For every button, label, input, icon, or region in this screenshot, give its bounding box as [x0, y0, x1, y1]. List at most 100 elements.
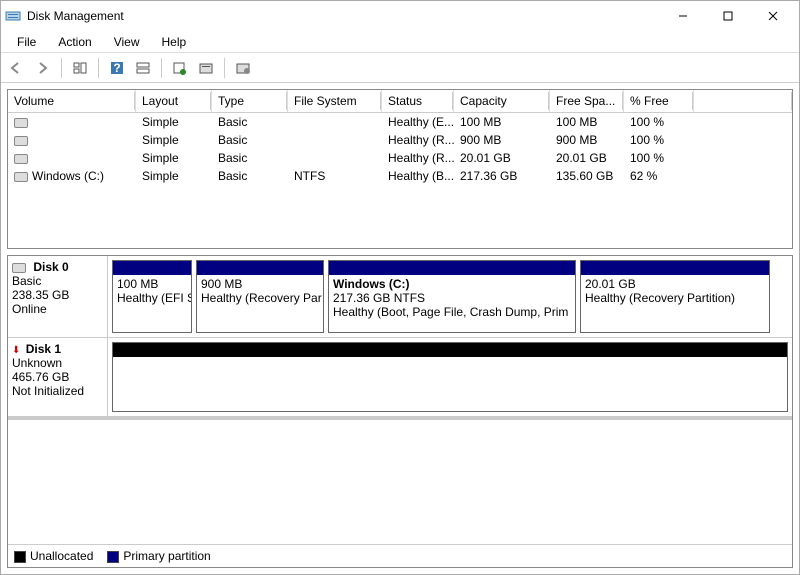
disk1-bus: Unknown: [12, 356, 62, 370]
col-filesystem[interactable]: File System: [288, 90, 382, 112]
menu-view[interactable]: View: [104, 33, 150, 51]
table-cell: Healthy (R...: [382, 149, 454, 167]
content-area: Volume Layout Type File System Status Ca…: [1, 83, 799, 574]
partition[interactable]: 100 MBHealthy (EFI S: [112, 260, 192, 333]
disk0-bus: Basic: [12, 274, 41, 288]
view-list-button[interactable]: [68, 57, 92, 79]
table-cell: [8, 113, 136, 131]
table-cell: Simple: [136, 131, 212, 149]
disk1-state: Not Initialized: [12, 384, 103, 398]
table-cell: Basic: [212, 167, 288, 185]
table-cell: Windows (C:): [8, 167, 136, 185]
legend-unallocated: Unallocated: [14, 549, 93, 563]
partition-body: 100 MBHealthy (EFI S: [113, 275, 191, 332]
table-cell: 62 %: [624, 167, 694, 185]
partition-header-unallocated: [113, 343, 787, 357]
table-cell: Simple: [136, 113, 212, 131]
table-cell: Simple: [136, 149, 212, 167]
table-cell: 900 MB: [454, 131, 550, 149]
table-cell: [8, 131, 136, 149]
menu-action[interactable]: Action: [48, 33, 101, 51]
table-cell: 100 %: [624, 113, 694, 131]
table-cell: Basic: [212, 131, 288, 149]
partition[interactable]: Windows (C:)217.36 GB NTFSHealthy (Boot,…: [328, 260, 576, 333]
forward-button[interactable]: [31, 57, 55, 79]
partition[interactable]: 20.01 GBHealthy (Recovery Partition): [580, 260, 770, 333]
disk0-row[interactable]: Disk 0 Basic 238.35 GB Online 100 MBHeal…: [8, 256, 792, 338]
table-cell: 135.60 GB: [550, 167, 624, 185]
table-cell: 100 %: [624, 131, 694, 149]
col-spacer: [694, 90, 792, 112]
table-row[interactable]: SimpleBasicHealthy (R...20.01 GB20.01 GB…: [8, 149, 792, 167]
table-cell: Healthy (E...: [382, 113, 454, 131]
table-row[interactable]: SimpleBasicHealthy (E...100 MB100 MB100 …: [8, 113, 792, 131]
disk1-partitions: [108, 338, 792, 416]
svg-text:?: ?: [113, 61, 120, 75]
close-button[interactable]: [750, 2, 795, 30]
back-button[interactable]: [5, 57, 29, 79]
table-cell: [8, 149, 136, 167]
warning-icon: [12, 342, 22, 356]
col-pctfree[interactable]: % Free: [624, 90, 694, 112]
menu-file[interactable]: File: [7, 33, 46, 51]
table-cell: Simple: [136, 167, 212, 185]
disk0-name: Disk 0: [33, 260, 68, 274]
table-row[interactable]: SimpleBasicHealthy (R...900 MB900 MB100 …: [8, 131, 792, 149]
menu-help[interactable]: Help: [152, 33, 197, 51]
rescan-button[interactable]: [194, 57, 218, 79]
table-cell: Basic: [212, 113, 288, 131]
refresh-button[interactable]: [168, 57, 192, 79]
col-capacity[interactable]: Capacity: [454, 90, 550, 112]
partition-header: [581, 261, 769, 275]
disk0-partitions: 100 MBHealthy (EFI S900 MBHealthy (Recov…: [108, 256, 792, 337]
view-top-bottom-button[interactable]: [131, 57, 155, 79]
col-layout[interactable]: Layout: [136, 90, 212, 112]
volume-list-header: Volume Layout Type File System Status Ca…: [8, 90, 792, 113]
partition-header: [329, 261, 575, 275]
menu-bar: File Action View Help: [1, 31, 799, 53]
table-cell: 217.36 GB: [454, 167, 550, 185]
table-cell: 100 MB: [454, 113, 550, 131]
partition-body: Windows (C:)217.36 GB NTFSHealthy (Boot,…: [329, 275, 575, 332]
graphical-view: Disk 0 Basic 238.35 GB Online 100 MBHeal…: [7, 255, 793, 568]
partition-header: [113, 261, 191, 275]
volume-list-body[interactable]: SimpleBasicHealthy (E...100 MB100 MB100 …: [8, 113, 792, 248]
table-cell: [288, 131, 382, 149]
legend: Unallocated Primary partition: [8, 544, 792, 567]
table-cell: 100 %: [624, 149, 694, 167]
toolbar: ?: [1, 53, 799, 83]
window-title: Disk Management: [27, 9, 660, 23]
table-cell: 900 MB: [550, 131, 624, 149]
partition[interactable]: 900 MBHealthy (Recovery Par: [196, 260, 324, 333]
table-cell: 100 MB: [550, 113, 624, 131]
table-cell: [288, 149, 382, 167]
disk-management-window: Disk Management File Action View Help ? …: [0, 0, 800, 575]
disk1-size: 465.76 GB: [12, 370, 69, 384]
disk1-name: Disk 1: [26, 342, 61, 356]
table-cell: Basic: [212, 149, 288, 167]
disk0-size: 238.35 GB: [12, 288, 69, 302]
maximize-button[interactable]: [705, 2, 750, 30]
table-cell: [288, 113, 382, 131]
disk1-label[interactable]: Disk 1 Unknown 465.76 GB Not Initialized: [8, 338, 108, 416]
disk1-unallocated-partition[interactable]: [112, 342, 788, 412]
drive-icon: [12, 260, 30, 274]
col-freespace[interactable]: Free Spa...: [550, 90, 624, 112]
settings-button[interactable]: [231, 57, 255, 79]
disk0-state: Online: [12, 302, 47, 316]
partition-header: [197, 261, 323, 275]
table-row[interactable]: Windows (C:)SimpleBasicNTFSHealthy (B...…: [8, 167, 792, 185]
table-cell: NTFS: [288, 167, 382, 185]
minimize-button[interactable]: [660, 2, 705, 30]
col-status[interactable]: Status: [382, 90, 454, 112]
title-bar: Disk Management: [1, 1, 799, 31]
disk0-label[interactable]: Disk 0 Basic 238.35 GB Online: [8, 256, 108, 337]
app-icon: [5, 8, 21, 24]
partition-body: [113, 357, 787, 411]
volume-list: Volume Layout Type File System Status Ca…: [7, 89, 793, 249]
col-type[interactable]: Type: [212, 90, 288, 112]
legend-primary: Primary partition: [107, 549, 210, 563]
help-button[interactable]: ?: [105, 57, 129, 79]
col-volume[interactable]: Volume: [8, 90, 136, 112]
disk1-row[interactable]: Disk 1 Unknown 465.76 GB Not Initialized: [8, 338, 792, 420]
